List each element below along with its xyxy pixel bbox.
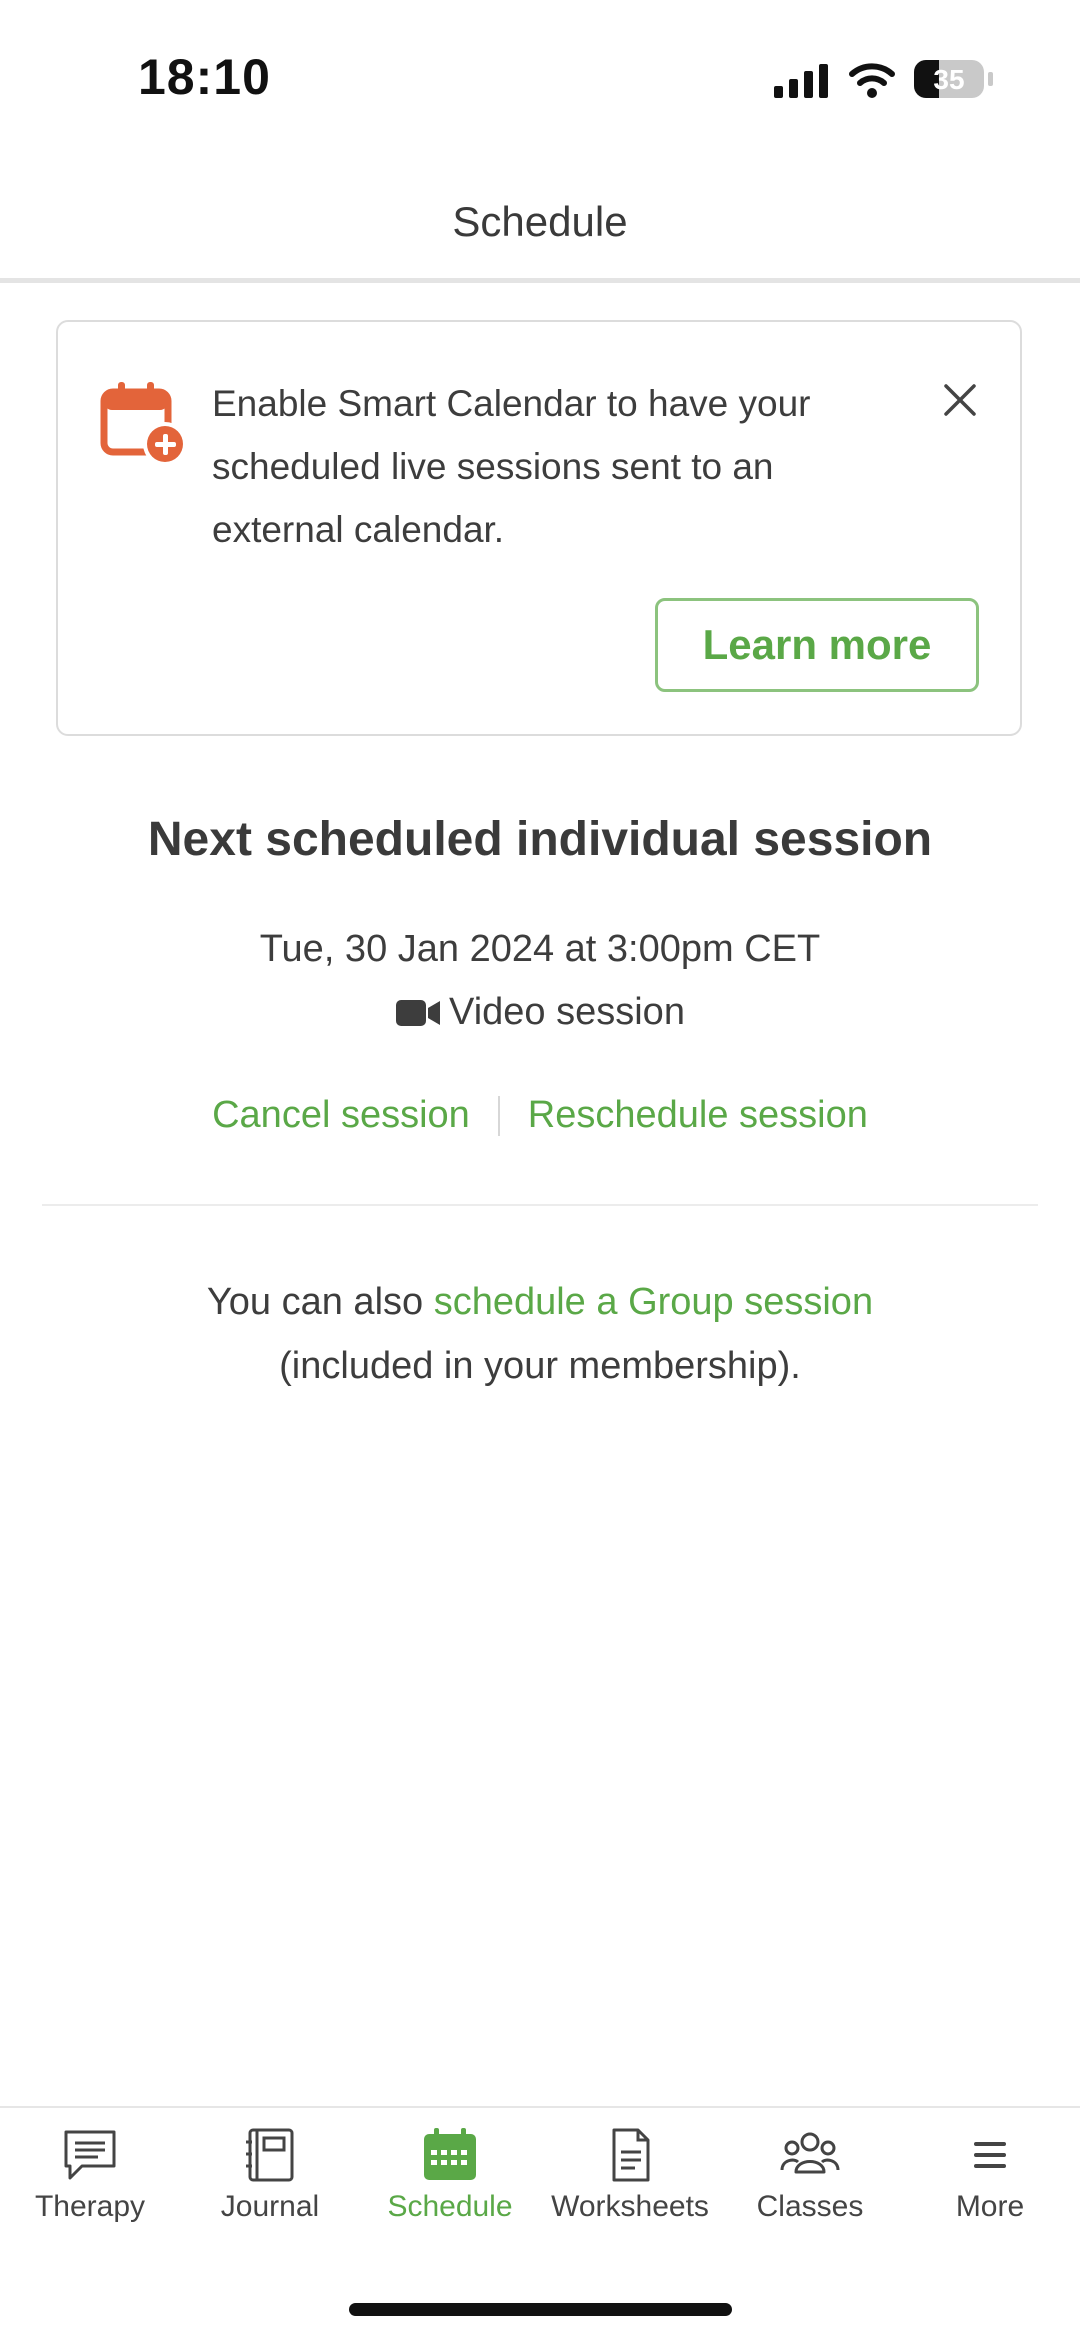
calendar-icon	[424, 2128, 476, 2180]
cellular-signal-icon	[774, 64, 828, 98]
page-title: Schedule	[452, 198, 628, 245]
calendar-plus-icon	[100, 382, 187, 466]
battery-level: 35	[933, 64, 965, 95]
wifi-icon	[849, 63, 895, 98]
menu-icon	[974, 2142, 1006, 2168]
header: Schedule	[0, 150, 1080, 283]
group-session-note: You can also schedule a Group session (i…	[0, 1270, 1080, 1398]
session-date: Tue, 30 Jan 2024 at 3:00pm CET	[259, 928, 821, 970]
tab-classes[interactable]: Classes	[720, 2128, 900, 2238]
tab-worksheets[interactable]: Worksheets	[540, 2128, 720, 2238]
tab-journal[interactable]: Journal	[180, 2128, 360, 2238]
schedule-group-session-link[interactable]: schedule a Group session	[434, 1281, 873, 1323]
learn-more-button[interactable]: Learn more	[655, 598, 979, 692]
home-indicator[interactable]	[349, 2303, 732, 2316]
chat-icon	[64, 2130, 116, 2180]
tab-label: Worksheets	[551, 2190, 709, 2223]
tab-therapy[interactable]: Therapy	[0, 2128, 180, 2238]
close-icon[interactable]	[938, 378, 982, 422]
journal-icon	[246, 2128, 294, 2182]
group-note-prefix: You can also	[206, 1281, 434, 1323]
divider	[42, 1204, 1038, 1206]
tab-more[interactable]: More	[900, 2128, 1080, 2238]
tab-label: Classes	[756, 2190, 864, 2223]
action-separator	[497, 1095, 500, 1136]
tab-label: More	[955, 2190, 1025, 2223]
tab-schedule[interactable]: Schedule	[360, 2128, 540, 2238]
session-actions: Cancel session Reschedule session	[0, 1094, 1080, 1137]
tab-label: Therapy	[34, 2190, 146, 2223]
session-type: Video session	[0, 991, 1080, 1034]
banner-message: Enable Smart Calendar to have your sched…	[212, 383, 811, 550]
tab-label: Schedule	[387, 2190, 513, 2223]
smart-calendar-banner: Enable Smart Calendar to have your sched…	[56, 320, 1022, 736]
status-bar: 18:10 35	[0, 0, 1080, 150]
tab-label: Journal	[220, 2190, 320, 2223]
session-type-label: Video session	[449, 991, 685, 1033]
document-icon	[612, 2128, 650, 2182]
group-icon	[780, 2132, 840, 2174]
reschedule-session-link[interactable]: Reschedule session	[528, 1094, 868, 1137]
battery-icon: 35	[914, 60, 993, 98]
video-camera-icon	[396, 999, 441, 1026]
group-note-suffix: (included in your membership).	[279, 1345, 801, 1387]
status-time: 18:10	[138, 49, 271, 105]
section-heading: Next scheduled individual session	[147, 813, 933, 866]
cancel-session-link[interactable]: Cancel session	[212, 1094, 470, 1137]
